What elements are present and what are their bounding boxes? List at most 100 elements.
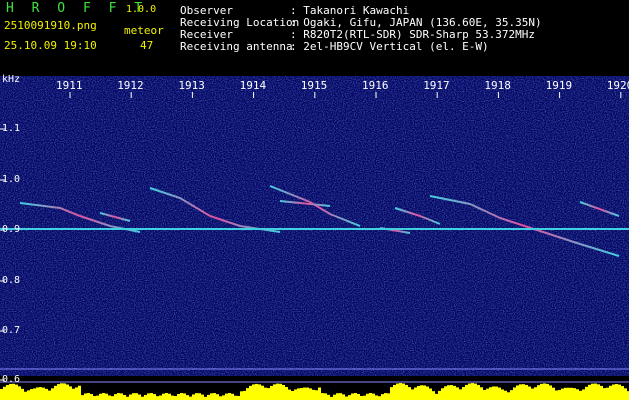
level-bar [453,385,456,400]
level-bar [612,384,615,400]
level-bar [315,390,318,400]
level-bar [357,393,360,400]
level-bar [102,393,105,400]
level-bar [288,389,291,400]
level-bar [87,393,90,400]
level-bar [522,384,525,400]
level-bar [591,383,594,400]
level-bar [270,385,273,400]
x-tick-label: 1913 [178,79,205,92]
level-bar [480,387,483,400]
level-bar [495,386,498,400]
level-bar [246,388,249,400]
level-bar [318,387,321,400]
x-tick-label: 1916 [362,79,389,92]
meteor-count: 47 [140,39,154,52]
level-bar [546,383,549,400]
level-bar [9,383,12,400]
level-bar [60,383,63,400]
level-bar [390,387,393,400]
level-bar [549,385,552,400]
level-bar [183,393,186,400]
spectrogram-noise [0,76,629,376]
x-tick-label: 1915 [300,79,328,92]
level-bar [504,390,507,400]
level-bar [528,386,531,400]
level-bar [255,383,258,400]
level-bar [33,388,36,400]
level-bar [516,385,519,400]
level-bar [579,390,582,400]
level-bar [570,387,573,400]
level-bar [297,388,300,400]
y-axis-unit: kHz [2,74,21,85]
level-bar [585,386,588,400]
y-tick-label: 0.8 [2,275,21,286]
level-bar [339,393,342,400]
x-tick-label: 1914 [239,79,267,92]
level-bar [3,386,6,400]
level-bar [582,389,585,400]
level-bar [354,393,357,400]
level-bar [576,389,579,400]
level-bar [27,390,30,400]
level-bar [135,393,138,400]
level-bar [474,383,477,400]
level-bar [375,395,378,400]
level-bar [291,390,294,400]
level-bar [66,384,69,400]
level-bar [228,393,231,400]
level-bar [486,388,489,400]
level-bar [108,395,111,400]
level-bar [249,385,252,400]
level-bar [18,386,21,400]
level-bar [153,394,156,400]
level-bar [216,394,219,400]
level-bar [117,393,120,400]
y-tick-label: 0.9 [2,224,21,235]
level-bar [225,393,228,400]
level-bar [222,395,225,400]
app-version: 1.0.0 [126,4,157,15]
level-bar [159,395,162,400]
level-bar [123,394,126,400]
level-bar [72,388,75,400]
level-bar [168,393,171,400]
level-bar [267,388,270,400]
level-bar [276,383,279,400]
level-bar [273,384,276,400]
level-bar [213,393,216,400]
level-bar [144,394,147,400]
level-bar [510,390,513,400]
level-bar [525,384,528,400]
level-bar [621,386,624,400]
file-name: 2510091910.png [4,19,97,32]
level-bar [81,395,84,400]
level-bar [324,393,327,400]
level-bar [234,395,237,400]
header-panel: H R O F F T 1.0.0 2510091910.png 25.10.0… [0,0,629,76]
level-bar [327,394,330,400]
level-bar [111,396,114,400]
level-bar [465,384,468,400]
level-bar [543,383,546,400]
level-bar [624,388,627,400]
level-bar [48,390,51,400]
level-bar [75,387,78,400]
level-bar [447,385,450,400]
level-bar [180,393,183,400]
y-tick-label: 1.0 [2,174,21,185]
level-bar [207,394,210,400]
level-bar [420,385,423,400]
level-bar [99,393,102,400]
level-bar [378,396,381,400]
level-bar [6,384,9,400]
level-bar [396,383,399,400]
level-bar [78,385,81,400]
level-bar [231,393,234,400]
level-bar [300,388,303,400]
level-bar [96,395,99,400]
level-bar [336,393,339,400]
level-bar [132,393,135,400]
level-bar [342,394,345,400]
